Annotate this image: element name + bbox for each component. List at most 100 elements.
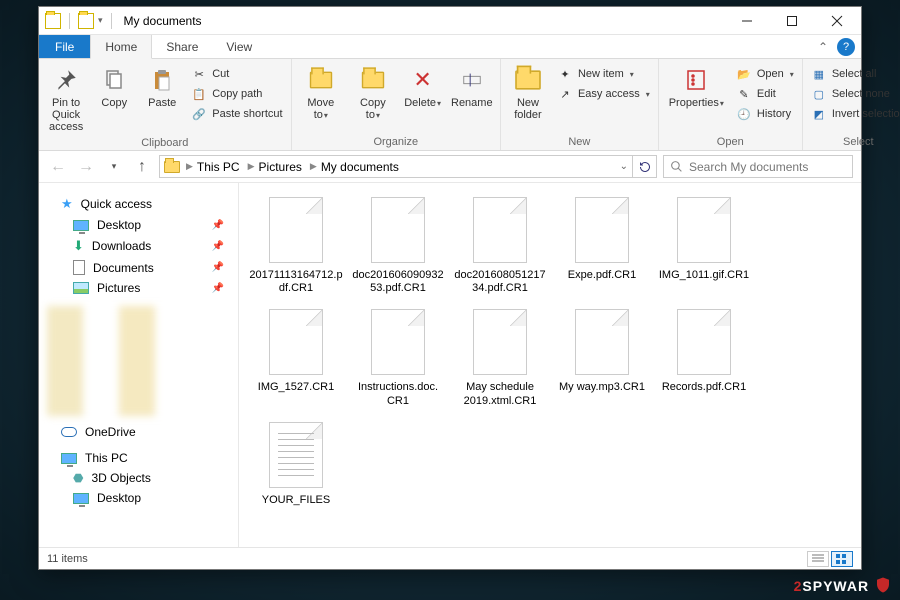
file-item[interactable]: doc201608051217 34.pdf.CR1 bbox=[453, 197, 547, 295]
crumb-pictures[interactable]: Pictures bbox=[259, 160, 302, 174]
file-item[interactable]: Expe.pdf.CR1 bbox=[555, 197, 649, 295]
nav-back-button[interactable]: ← bbox=[47, 156, 69, 178]
easy-access-icon: ↗ bbox=[557, 86, 573, 102]
blank-file-icon bbox=[269, 309, 323, 375]
open-button[interactable]: 📂Open▾ bbox=[734, 65, 796, 83]
new-folder-icon bbox=[513, 65, 543, 95]
file-item[interactable]: Records.pdf.CR1 bbox=[657, 309, 751, 407]
file-name: Records.pdf.CR1 bbox=[662, 381, 746, 394]
close-button[interactable] bbox=[814, 7, 859, 34]
delete-button[interactable]: ✕Delete▾ bbox=[402, 63, 444, 111]
file-name: 20171113164712.pdf.CR1 bbox=[249, 269, 343, 295]
sidebar-item-pictures[interactable]: Pictures📌 bbox=[57, 278, 228, 298]
file-item[interactable]: My way.mp3.CR1 bbox=[555, 309, 649, 407]
chevron-right-icon[interactable]: ▶ bbox=[310, 161, 317, 172]
document-icon bbox=[73, 260, 85, 275]
sidebar-item-downloads[interactable]: ⬇Downloads📌 bbox=[57, 235, 228, 257]
address-dropdown-icon[interactable]: ⌄ bbox=[620, 161, 628, 172]
file-name: YOUR_FILES bbox=[262, 494, 330, 507]
move-icon bbox=[306, 65, 336, 95]
properties-icon bbox=[681, 65, 711, 95]
maximize-button[interactable] bbox=[769, 7, 814, 34]
help-icon[interactable]: ? bbox=[837, 38, 855, 56]
item-count: 11 items bbox=[47, 553, 88, 565]
file-item[interactable]: 20171113164712.pdf.CR1 bbox=[249, 197, 343, 295]
edit-button[interactable]: ✎Edit bbox=[734, 85, 796, 103]
pin-icon: 📌 bbox=[212, 283, 224, 294]
select-all-button[interactable]: ▦Select all bbox=[809, 65, 900, 83]
pin-icon: 📌 bbox=[212, 262, 224, 273]
ribbon-group-organize: Move to▾ Copy to▾ ✕Delete▾ Rename Organi… bbox=[292, 59, 501, 150]
sidebar-item-documents[interactable]: Documents📌 bbox=[57, 257, 228, 278]
nav-up-button[interactable]: ↑ bbox=[131, 156, 153, 178]
view-details-button[interactable] bbox=[807, 551, 829, 567]
paste-shortcut-button[interactable]: 🔗Paste shortcut bbox=[189, 105, 284, 123]
blank-file-icon bbox=[371, 197, 425, 263]
path-icon: 📋 bbox=[191, 86, 207, 102]
chevron-right-icon[interactable]: ▶ bbox=[248, 161, 255, 172]
new-item-button[interactable]: ✦New item▾ bbox=[555, 65, 652, 83]
file-item[interactable]: doc201606090932 53.pdf.CR1 bbox=[351, 197, 445, 295]
history-icon: 🕘 bbox=[736, 106, 752, 122]
file-name: doc201606090932 53.pdf.CR1 bbox=[351, 269, 445, 295]
tab-share[interactable]: Share bbox=[152, 35, 212, 58]
invert-selection-button[interactable]: ◩Invert selection bbox=[809, 105, 900, 123]
file-item[interactable]: Instructions.doc. CR1 bbox=[351, 309, 445, 407]
qat-dropdown-icon[interactable]: ▾ bbox=[98, 15, 103, 26]
file-item[interactable]: May schedule 2019.xtml.CR1 bbox=[453, 309, 547, 407]
paste-button[interactable]: Paste bbox=[141, 63, 183, 111]
select-none-button[interactable]: ▢Select none bbox=[809, 85, 900, 103]
sidebar-item-desktop[interactable]: Desktop bbox=[57, 488, 228, 508]
copy-button[interactable]: Copy bbox=[93, 63, 135, 111]
copy-to-button[interactable]: Copy to▾ bbox=[350, 63, 396, 123]
ribbon-group-open: Properties▾ 📂Open▾ ✎Edit 🕘History Open bbox=[659, 59, 803, 150]
blank-file-icon bbox=[473, 197, 527, 263]
sidebar-item-3d-objects[interactable]: ⬣3D Objects bbox=[57, 468, 228, 488]
file-item[interactable]: IMG_1527.CR1 bbox=[249, 309, 343, 407]
file-item[interactable]: YOUR_FILES bbox=[249, 422, 343, 507]
crumb-current[interactable]: My documents bbox=[321, 160, 399, 174]
tab-view[interactable]: View bbox=[212, 35, 266, 58]
search-input[interactable]: Search My documents bbox=[663, 155, 853, 178]
file-name: Instructions.doc. CR1 bbox=[351, 381, 445, 407]
select-all-icon: ▦ bbox=[811, 66, 827, 82]
rename-button[interactable]: Rename bbox=[450, 63, 494, 111]
download-icon: ⬇ bbox=[73, 238, 84, 254]
pc-icon bbox=[61, 453, 77, 464]
address-bar[interactable]: ▶ This PC ▶ Pictures ▶ My documents ⌄ bbox=[159, 155, 633, 178]
desktop-icon bbox=[73, 220, 89, 231]
move-to-button[interactable]: Move to▾ bbox=[298, 63, 345, 123]
tab-file[interactable]: File bbox=[39, 35, 90, 58]
refresh-button[interactable] bbox=[633, 155, 657, 178]
ribbon: Pin to Quick access Copy Paste ✂Cut 📋Cop… bbox=[39, 59, 861, 151]
pin-to-quick-access-button[interactable]: Pin to Quick access bbox=[45, 63, 87, 135]
collapse-ribbon-icon[interactable]: ⌃ bbox=[811, 35, 835, 58]
search-placeholder: Search My documents bbox=[689, 160, 808, 174]
cut-button[interactable]: ✂Cut bbox=[189, 65, 284, 83]
tab-home[interactable]: Home bbox=[90, 35, 152, 59]
file-item[interactable]: IMG_1011.gif.CR1 bbox=[657, 197, 751, 295]
crumb-this-pc[interactable]: This PC bbox=[197, 160, 240, 174]
copy-path-button[interactable]: 📋Copy path bbox=[189, 85, 284, 103]
ribbon-group-select: ▦Select all ▢Select none ◩Invert selecti… bbox=[803, 59, 900, 150]
folder-icon[interactable] bbox=[78, 13, 94, 29]
chevron-right-icon[interactable]: ▶ bbox=[186, 161, 193, 172]
sidebar-onedrive[interactable]: OneDrive bbox=[57, 422, 228, 442]
sidebar-quick-access[interactable]: ★Quick access bbox=[57, 193, 228, 215]
sidebar-item-desktop[interactable]: Desktop📌 bbox=[57, 215, 228, 235]
pictures-icon bbox=[73, 282, 89, 294]
file-list[interactable]: 20171113164712.pdf.CR1 doc201606090932 53… bbox=[239, 183, 861, 547]
minimize-button[interactable] bbox=[724, 7, 769, 34]
nav-recent-dropdown[interactable]: ▾ bbox=[103, 156, 125, 178]
properties-button[interactable]: Properties▾ bbox=[665, 63, 728, 111]
ribbon-tabs: File Home Share View ⌃ ? bbox=[39, 35, 861, 59]
easy-access-button[interactable]: ↗Easy access▾ bbox=[555, 85, 652, 103]
view-icons-button[interactable] bbox=[831, 551, 853, 567]
nav-forward-button[interactable]: → bbox=[75, 156, 97, 178]
history-button[interactable]: 🕘History bbox=[734, 105, 796, 123]
new-folder-button[interactable]: New folder bbox=[507, 63, 549, 123]
sidebar-this-pc[interactable]: This PC bbox=[57, 448, 228, 468]
file-name: Expe.pdf.CR1 bbox=[568, 269, 636, 282]
pin-icon: 📌 bbox=[212, 241, 224, 252]
edit-icon: ✎ bbox=[736, 86, 752, 102]
